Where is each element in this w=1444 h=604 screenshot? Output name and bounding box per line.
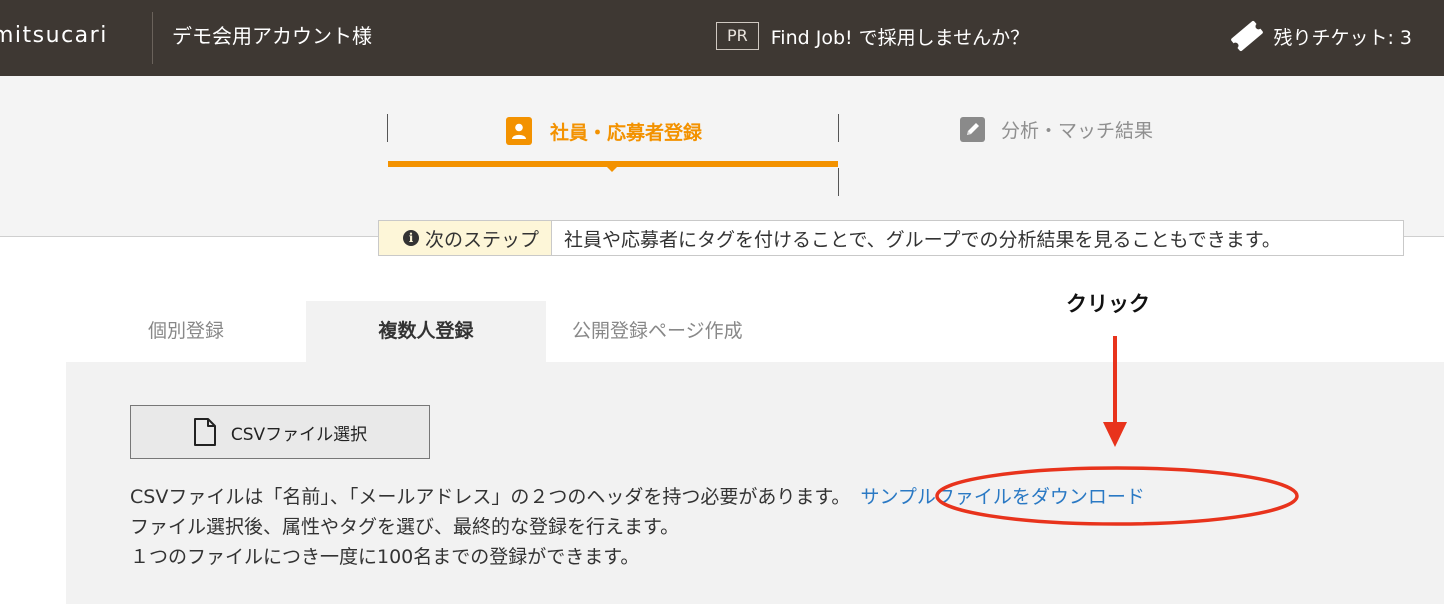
pr-banner[interactable]: PR Find Job! で採用しませんか？ [716,19,1029,53]
step-divider-left [387,114,388,142]
csv-select-button[interactable]: CSVファイル選択 [130,405,430,459]
file-icon [193,418,216,446]
step-employee-registration[interactable]: 社員・応募者登録 [506,116,702,146]
info-icon: i [403,230,419,246]
top-bar: mitsucari デモ会用アカウント様 PR Find Job! で採用しませ… [0,0,1444,76]
csv-button-label: CSVファイル選択 [230,424,368,445]
person-card-icon [506,117,532,145]
pencil-icon [960,116,985,142]
step-analysis-results[interactable]: 分析・マッチ結果 [960,114,1153,144]
tab-public-page[interactable]: 公開登録ページ作成 [546,301,812,362]
click-annotation-label: クリック [1066,292,1150,316]
step-header [0,76,1444,237]
sample-download-link[interactable]: サンプルファイルをダウンロード [860,486,1144,508]
pr-badge: PR [716,22,759,50]
registration-tabs: 個別登録 複数人登録 公開登録ページ作成 [66,301,812,362]
app-logo[interactable]: mitsucari [0,19,108,53]
next-step-text: 社員や応募者にタグを付けることで、グループでの分析結果を見ることもできます。 [564,228,1281,251]
ticket-icon [1231,21,1264,51]
next-step-title: 次のステップ [425,228,540,251]
step1-label: 社員・応募者登録 [550,121,703,144]
desc-line-2: ファイル選択後、属性やタグを選び、最終的な登録を行えます。 [130,516,680,538]
logo-divider [152,12,153,64]
account-name[interactable]: デモ会用アカウント様 [172,19,372,53]
tab-individual[interactable]: 個別登録 [66,301,306,362]
step-divider-mid [838,114,839,142]
next-step-label: i 次のステップ [379,221,553,255]
remaining-tickets[interactable]: 残りチケット: 3 [1227,19,1412,53]
desc-line-3: １つのファイルにつき一度に100名までの登録ができます。 [130,546,640,568]
step2-label: 分析・マッチ結果 [1001,119,1154,142]
desc-line-1: CSVファイルは「名前」、「メールアドレス」の２つのヘッダを持つ必要があります。 [130,486,851,508]
pr-text[interactable]: Find Job! で採用しませんか？ [771,23,1029,50]
tab-multiple[interactable]: 複数人登録 [306,301,546,362]
step-divider-mid-lower [838,168,839,196]
csv-header-description: CSVファイルは「名前」、「メールアドレス」の２つのヘッダを持つ必要があります。… [130,482,1145,509]
active-step-notch [606,166,618,172]
next-step-notice: i 次のステップ 社員や応募者にタグを付けることで、グループでの分析結果を見るこ… [378,220,1404,256]
tickets-label: 残りチケット: 3 [1273,26,1412,49]
